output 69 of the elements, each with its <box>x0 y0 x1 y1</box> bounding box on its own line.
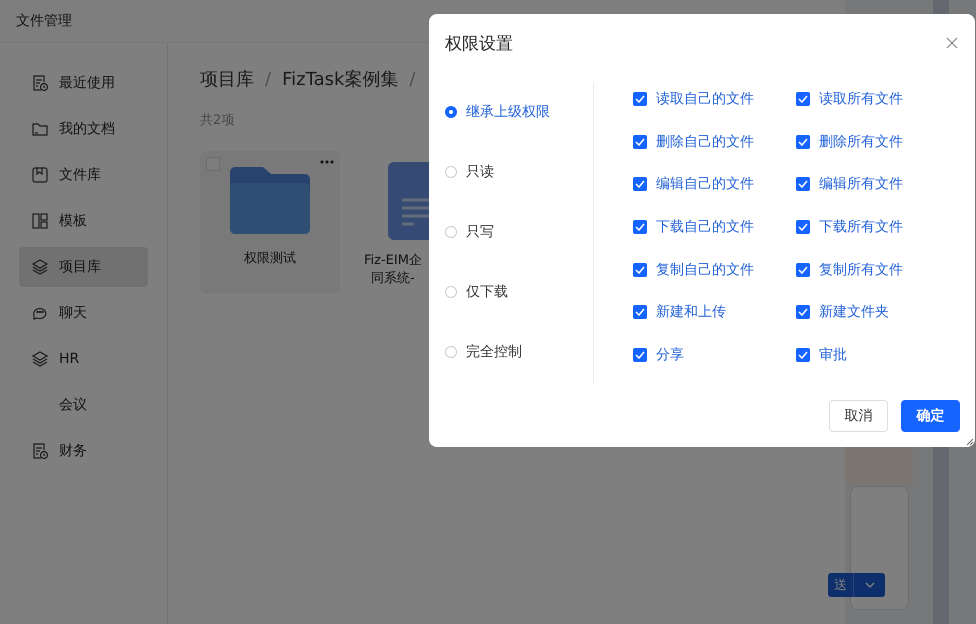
breadcrumb-separator: / <box>265 68 272 90</box>
checkbox[interactable] <box>796 348 810 362</box>
permission-checkbox[interactable]: 读取所有文件 <box>796 90 959 108</box>
checkbox[interactable] <box>796 262 810 277</box>
checkbox[interactable] <box>796 305 810 320</box>
permission-checkbox[interactable]: 新建文件夹 <box>796 303 959 322</box>
sidebar-item[interactable]: 会议 <box>19 385 148 425</box>
window-title: 文件管理 <box>16 12 72 30</box>
permission-checkbox[interactable]: 分享 <box>633 346 796 364</box>
permission-checkbox[interactable]: 编辑自己的文件 <box>633 175 796 194</box>
permission-checkbox[interactable]: 删除自己的文件 <box>633 132 796 151</box>
sidebar-item[interactable]: 我的文档 <box>19 109 148 149</box>
checkbox[interactable] <box>633 92 647 106</box>
sidebar-item[interactable]: 财务 <box>19 431 148 471</box>
document-clock-icon <box>31 442 49 460</box>
breadcrumb-separator: / <box>409 68 416 90</box>
document-clock-icon <box>31 74 49 92</box>
file-name: 同系统- <box>371 270 415 288</box>
layers-icon <box>31 258 49 276</box>
permission-checkbox[interactable]: 审批 <box>796 346 959 364</box>
permission-checkbox[interactable]: 下载所有文件 <box>796 218 959 236</box>
permission-checkbox[interactable]: 复制自己的文件 <box>633 260 796 279</box>
resize-handle-icon[interactable] <box>966 438 974 446</box>
checkbox[interactable] <box>796 92 810 106</box>
layers-icon <box>31 350 49 368</box>
book-icon <box>31 166 49 184</box>
document-icon <box>388 162 430 240</box>
file-name: Fiz-EIM企 <box>364 252 422 270</box>
sidebar-item[interactable]: 最近使用 <box>19 63 148 103</box>
checkbox[interactable] <box>633 177 647 192</box>
checkbox[interactable] <box>633 134 647 149</box>
breadcrumb-link[interactable]: FizTask案例集 <box>282 67 398 91</box>
file-name: 权限测试 <box>244 250 296 268</box>
permission-checkbox[interactable]: 编辑所有文件 <box>796 175 959 194</box>
sidebar-item[interactable]: 文件库 <box>19 155 148 195</box>
checkbox[interactable] <box>633 348 647 362</box>
send-button[interactable]: 送 <box>828 573 853 597</box>
permission-checkbox[interactable]: 复制所有文件 <box>796 260 959 279</box>
permission-checkbox[interactable]: 新建和上传 <box>633 303 796 322</box>
checkbox[interactable] <box>796 220 810 234</box>
permission-checkbox[interactable]: 删除所有文件 <box>796 132 959 151</box>
checkbox[interactable] <box>633 220 647 234</box>
more-icon[interactable] <box>320 160 334 164</box>
dialog-title: 权限设置 <box>445 32 513 54</box>
radio-option[interactable]: 仅下载 <box>445 282 593 301</box>
radio-option[interactable]: 只读 <box>445 162 593 181</box>
sidebar-item[interactable]: 模板 <box>19 201 148 241</box>
template-icon <box>31 212 49 230</box>
sidebar-item[interactable]: HR <box>19 339 148 379</box>
sidebar-item[interactable]: 聊天 <box>19 293 148 333</box>
folder-icon <box>230 166 310 234</box>
checkbox[interactable] <box>633 305 647 320</box>
file-card[interactable]: 权限测试 <box>200 151 340 294</box>
radio-option[interactable]: 完全控制 <box>445 342 593 361</box>
close-icon[interactable] <box>946 37 958 49</box>
confirm-button[interactable]: 确定 <box>901 400 960 432</box>
item-count: 共2项 <box>200 112 234 129</box>
cancel-button[interactable]: 取消 <box>829 400 888 432</box>
permission-checkbox[interactable]: 读取自己的文件 <box>633 90 796 108</box>
checkbox[interactable] <box>796 134 810 149</box>
checkbox[interactable] <box>796 177 810 192</box>
chevron-down-icon <box>864 582 874 588</box>
radio-button[interactable] <box>445 106 457 118</box>
radio-option[interactable]: 继承上级权限 <box>445 102 593 121</box>
checkbox[interactable] <box>633 262 647 277</box>
permission-checkbox[interactable]: 下载自己的文件 <box>633 218 796 236</box>
radio-option[interactable]: 只写 <box>445 222 593 241</box>
sidebar-item[interactable]: 项目库 <box>19 247 148 287</box>
breadcrumb-link[interactable]: 项目库 <box>200 67 254 91</box>
